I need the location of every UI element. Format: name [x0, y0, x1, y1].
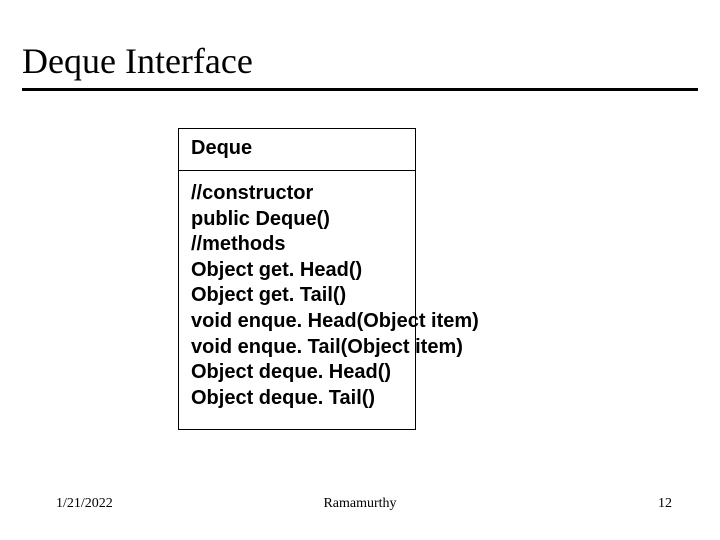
code-line: //constructor	[191, 181, 403, 207]
class-name: Deque	[179, 129, 415, 171]
code-line: Object get. Head()	[191, 258, 403, 284]
footer-page-number: 12	[658, 496, 672, 512]
class-body: //constructor public Deque() //methods O…	[179, 171, 415, 429]
footer-author: Ramamurthy	[0, 496, 720, 512]
code-line: //methods	[191, 232, 403, 258]
footer: 1/21/2022 Ramamurthy 12	[0, 492, 720, 512]
code-line: void enque. Tail(Object item)	[191, 335, 403, 361]
title-block: Deque Interface	[22, 42, 698, 91]
class-diagram: Deque //constructor public Deque() //met…	[178, 128, 416, 430]
title-underline	[22, 88, 698, 91]
code-line: Object get. Tail()	[191, 283, 403, 309]
slide: Deque Interface Deque //constructor publ…	[0, 0, 720, 540]
code-line: Object deque. Tail()	[191, 386, 403, 412]
code-line: public Deque()	[191, 207, 403, 233]
code-line: Object deque. Head()	[191, 360, 403, 386]
page-title: Deque Interface	[22, 42, 698, 82]
code-line: void enque. Head(Object item)	[191, 309, 403, 335]
